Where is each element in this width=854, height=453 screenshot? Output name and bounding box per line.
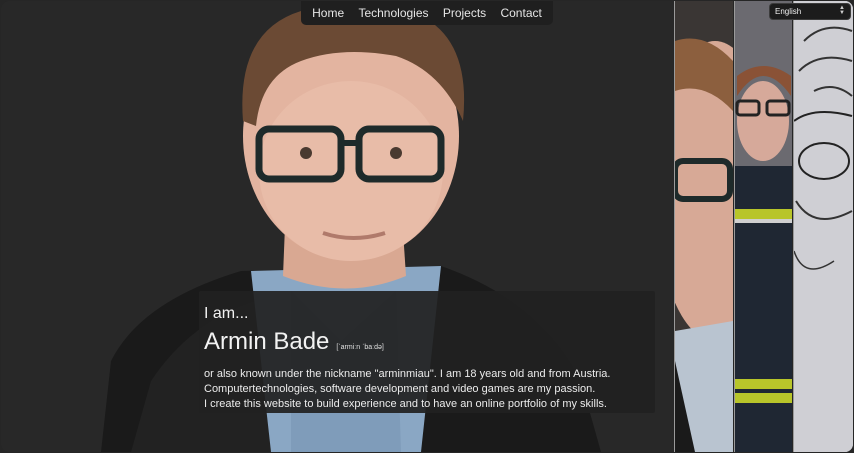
gallery-strip-portrait [675,1,733,452]
intro-card: I am... Armin Bade [ˈarmiːn ˈbaːdə] or a… [199,291,655,413]
intro-line-1: or also known under the nickname "arminm… [204,368,611,380]
app-window: Home Technologies Projects Contact Engli… [1,1,853,452]
gallery-strip-sketch [794,1,853,452]
nav-projects-link[interactable]: Projects [443,1,486,25]
strip-photo-1 [675,1,733,452]
name-line: Armin Bade [ˈarmiːn ˈbaːdə] [204,329,655,355]
strip-photo-3 [794,1,853,452]
name-pronunciation: [ˈarmiːn ˈbaːdə] [336,344,384,351]
nav-contact-link[interactable]: Contact [500,1,541,25]
nav-technologies-link[interactable]: Technologies [358,1,428,25]
intro-line-2: Computertechnologies, software developme… [204,383,596,395]
language-select-value: English [775,7,802,16]
select-arrows-icon: ▲ ▼ [839,5,845,16]
intro-line-3: I create this website to build experienc… [204,398,607,410]
language-select[interactable]: English ▲ ▼ [769,3,851,20]
person-name: Armin Bade [204,328,330,355]
intro-description: or also known under the nickname "arminm… [204,367,655,412]
strip-photo-2 [735,1,792,452]
nav-home-link[interactable]: Home [312,1,344,25]
gallery-strip-firefighter [735,1,792,452]
intro-greeting: I am... [204,305,249,322]
main-nav: Home Technologies Projects Contact [301,1,553,25]
